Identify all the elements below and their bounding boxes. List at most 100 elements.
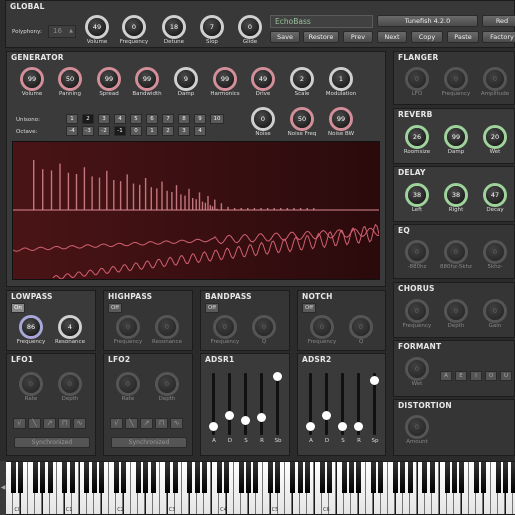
unisono-10-button[interactable]: 10 — [210, 114, 224, 124]
reverb-wet-knob[interactable]: 20 Wet — [478, 123, 512, 157]
lowpass-toggle[interactable]: On — [11, 303, 25, 313]
black-key[interactable] — [187, 462, 193, 493]
restore-button[interactable]: Restore — [303, 31, 339, 43]
eq-5khz-knob[interactable]: 0 5khz- — [478, 238, 512, 272]
black-key[interactable] — [378, 462, 384, 493]
lfo1-depth-knob[interactable]: 0 Depth — [53, 370, 87, 404]
black-key[interactable] — [224, 462, 229, 493]
paste-button[interactable]: Paste — [447, 31, 479, 43]
octave-4-button[interactable]: 4 — [194, 126, 206, 136]
highpass-toggle[interactable]: Off — [108, 303, 122, 313]
lowpass-resonance-knob[interactable]: 4 Resonance — [53, 313, 87, 347]
lfo2-saw-up-icon[interactable]: ↗ — [140, 418, 153, 429]
octave-minus-4-button[interactable]: -4 — [66, 126, 78, 136]
black-key[interactable] — [481, 462, 487, 493]
black-key[interactable] — [172, 462, 178, 493]
black-key[interactable] — [246, 462, 252, 493]
black-key[interactable] — [495, 462, 501, 493]
formant-vowel-u-button[interactable]: U — [500, 371, 512, 381]
black-key[interactable] — [113, 462, 119, 493]
adsr1-sb-slider[interactable] — [273, 372, 282, 435]
factory-button[interactable]: Factory — [482, 31, 515, 43]
black-key[interactable] — [422, 462, 428, 493]
lfo2-sync-button[interactable]: Synchronized — [111, 437, 187, 448]
black-key[interactable] — [194, 462, 200, 493]
black-key[interactable] — [473, 462, 479, 493]
black-key[interactable] — [510, 462, 515, 493]
octave-minus-2-button[interactable]: -2 — [98, 126, 110, 136]
black-key[interactable] — [69, 462, 75, 493]
black-key[interactable] — [341, 462, 347, 493]
black-key[interactable] — [121, 462, 127, 493]
version-button[interactable]: Tunefish 4.2.0 — [377, 15, 478, 27]
black-key[interactable] — [290, 462, 296, 493]
black-key[interactable] — [216, 462, 222, 493]
black-key[interactable] — [297, 462, 303, 493]
formant-vowel-e-button[interactable]: E — [455, 371, 467, 381]
black-key[interactable] — [304, 462, 310, 493]
black-key[interactable] — [238, 462, 244, 493]
lfo1-sync-button[interactable]: Synchronized — [14, 437, 90, 448]
adsr1-r-slider[interactable] — [257, 373, 266, 435]
unisono-1-button[interactable]: 1 — [66, 114, 78, 124]
lfo2-noise-wave-icon[interactable]: ∿ — [170, 418, 183, 429]
formant-vowel-a-button[interactable]: A — [440, 371, 452, 381]
flanger-amplitude-knob[interactable]: 0 Amplitude — [478, 65, 512, 99]
lfo2-saw-down-icon[interactable]: ╲ — [125, 418, 138, 429]
formant-vowel-o-button[interactable]: O — [485, 371, 497, 381]
unisono-8-button[interactable]: 8 — [178, 114, 190, 124]
global-frequency-knob[interactable]: 0 Frequency — [117, 13, 151, 47]
formant-wet-knob[interactable]: 0 Wet — [400, 355, 434, 389]
formant-vowel-i-button[interactable]: I — [470, 371, 482, 381]
octave-minus-1-button[interactable]: -1 — [114, 126, 126, 136]
unisono-4-button[interactable]: 4 — [114, 114, 126, 124]
octave-3-button[interactable]: 3 — [178, 126, 190, 136]
octave-minus-3-button[interactable]: -3 — [82, 126, 94, 136]
black-key[interactable] — [268, 462, 274, 493]
black-key[interactable] — [451, 462, 457, 493]
lfo1-square-wave-icon[interactable]: ⊓ — [58, 418, 71, 429]
adsr1-s-slider[interactable] — [241, 373, 250, 435]
adsr1-sb-slider-thumb[interactable] — [273, 372, 282, 381]
lfo1-saw-up-icon[interactable]: ↗ — [43, 418, 56, 429]
octave-1-button[interactable]: 1 — [146, 126, 158, 136]
black-key[interactable] — [84, 462, 90, 493]
adsr2-d-slider[interactable] — [322, 373, 331, 435]
black-key[interactable] — [393, 462, 399, 493]
black-key[interactable] — [400, 462, 406, 493]
highpass-resonance-knob[interactable]: 0 Resonance — [150, 313, 184, 347]
unisono-7-button[interactable]: 7 — [162, 114, 174, 124]
black-key[interactable] — [18, 462, 24, 493]
black-key[interactable] — [429, 462, 435, 493]
black-key[interactable] — [47, 462, 53, 493]
lfo2-depth-knob[interactable]: 0 Depth — [150, 370, 184, 404]
black-key[interactable] — [444, 462, 450, 493]
lfo2-sine-wave-icon[interactable]: √ — [110, 418, 123, 429]
black-key[interactable] — [503, 462, 509, 493]
black-key[interactable] — [253, 462, 259, 493]
black-key[interactable] — [32, 462, 38, 493]
rec-button[interactable]: Red — [482, 15, 515, 27]
notch-toggle[interactable]: Off — [302, 303, 316, 313]
notch-q-knob[interactable]: 0Q — [344, 313, 378, 347]
black-key[interactable] — [40, 462, 46, 493]
black-key[interactable] — [319, 462, 325, 493]
lfo1-sine-wave-icon[interactable]: √ — [13, 418, 26, 429]
black-key[interactable] — [62, 462, 68, 493]
unisono-3-button[interactable]: 3 — [98, 114, 110, 124]
black-key[interactable] — [326, 462, 332, 493]
copy-button[interactable]: Copy — [411, 31, 443, 43]
adsr2-s-slider[interactable] — [338, 373, 347, 435]
black-key[interactable] — [99, 462, 105, 493]
lfo2-square-wave-icon[interactable]: ⊓ — [155, 418, 168, 429]
unisono-5-button[interactable]: 5 — [130, 114, 142, 124]
black-key[interactable] — [275, 462, 281, 493]
black-key[interactable] — [135, 462, 141, 493]
distortion-amount-knob[interactable]: 0 Amount — [400, 413, 434, 447]
black-key[interactable] — [407, 462, 413, 493]
adsr1-s-slider-thumb[interactable] — [241, 415, 250, 425]
black-key[interactable] — [165, 462, 171, 493]
next-button[interactable]: Next — [377, 31, 407, 43]
gen-modulation-knob[interactable]: 1 Modulation — [324, 65, 358, 99]
prev-button[interactable]: Prev — [343, 31, 373, 43]
